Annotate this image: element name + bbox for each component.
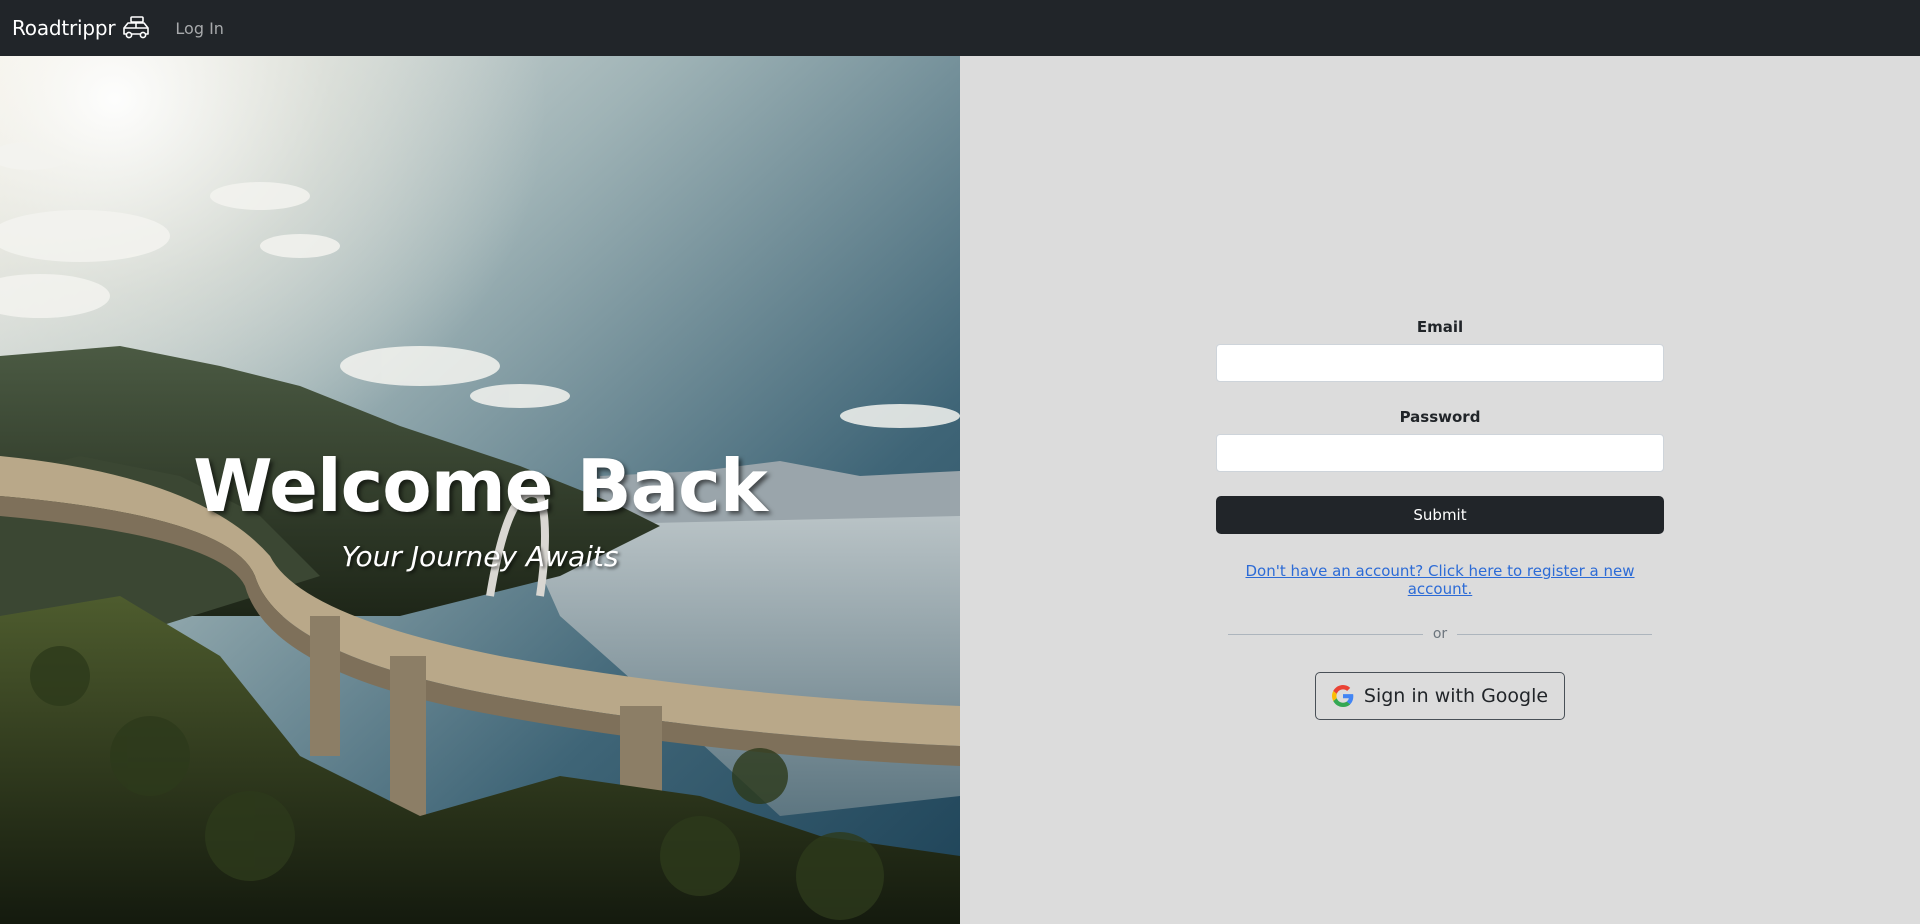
google-signin-label: Sign in with Google [1363, 685, 1549, 707]
register-link[interactable]: Don't have an account? Click here to reg… [1216, 562, 1664, 598]
or-divider: or [1228, 626, 1653, 642]
brand-link[interactable]: Roadtrippr [12, 15, 151, 41]
divider-line-left [1228, 633, 1423, 635]
hero-title: Welcome Back [193, 444, 767, 528]
navbar: Roadtrippr Log In [0, 0, 1920, 56]
email-label: Email [1416, 318, 1464, 336]
password-field[interactable] [1216, 434, 1664, 472]
login-panel: Email Password Submit Don't have an acco… [960, 56, 1920, 924]
login-link[interactable]: Log In [175, 19, 224, 38]
brand-name: Roadtrippr [12, 16, 116, 40]
car-icon [123, 16, 150, 39]
divider-text: or [1432, 626, 1448, 642]
login-form: Email Password Submit Don't have an acco… [1216, 318, 1664, 720]
google-signin-button[interactable]: Sign in with Google [1314, 672, 1566, 720]
hero-subtitle: Your Journey Awaits [341, 540, 619, 573]
submit-button[interactable]: Submit [1216, 496, 1664, 534]
password-label: Password [1399, 408, 1481, 426]
hero-image: Welcome Back Your Journey Awaits [0, 56, 960, 924]
google-icon [1331, 685, 1354, 707]
google-signin-wrap: Sign in with Google [1216, 672, 1664, 720]
email-field[interactable] [1216, 344, 1664, 382]
divider-line-right [1457, 633, 1653, 635]
